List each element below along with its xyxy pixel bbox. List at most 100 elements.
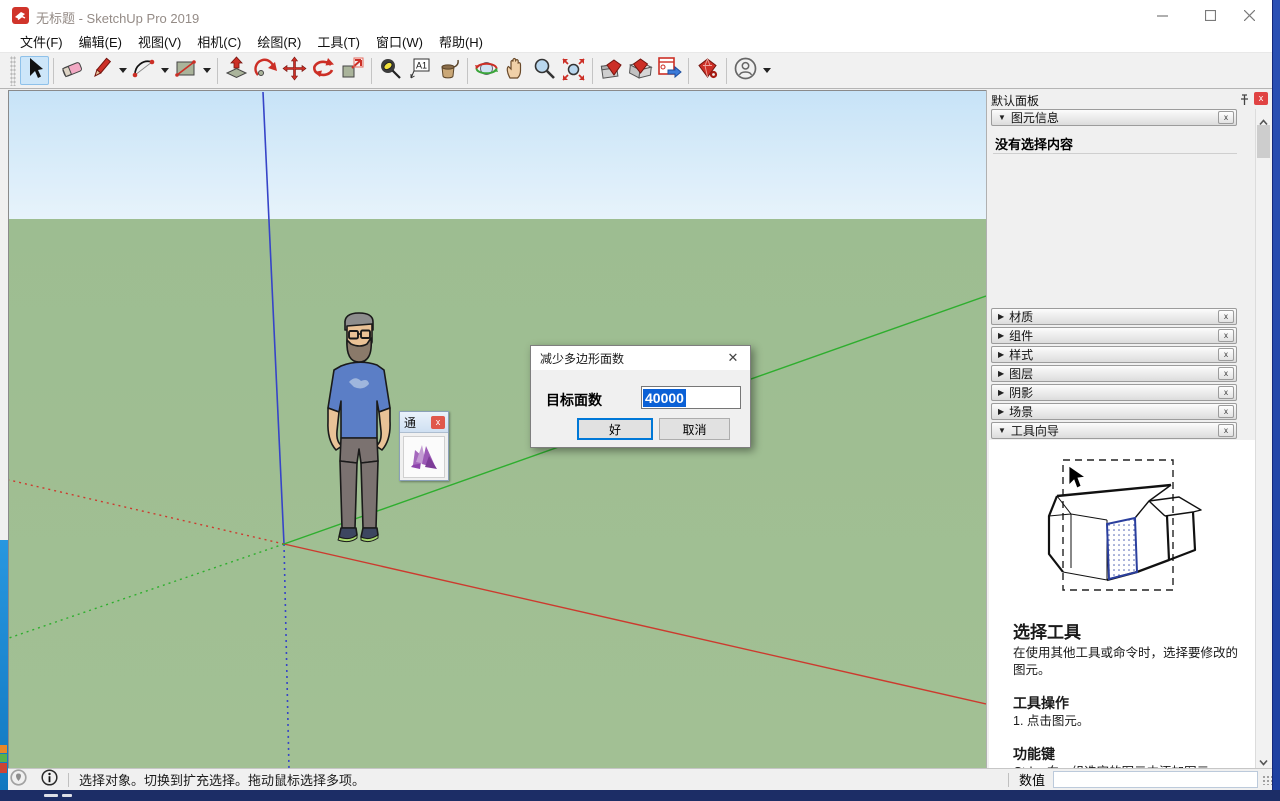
ok-button[interactable]: 好	[577, 418, 653, 440]
tape-measure-tool-button[interactable]	[376, 56, 405, 85]
user-account-dropdown-button[interactable]	[760, 56, 773, 85]
3d-warehouse-tool-button[interactable]	[597, 56, 626, 85]
menu-file[interactable]: 文件(F)	[12, 29, 71, 54]
push-pull-tool-button[interactable]	[222, 56, 251, 85]
rectangle-dropdown-button[interactable]	[200, 56, 213, 85]
menu-window[interactable]: 窗口(W)	[368, 29, 431, 54]
zoom-tool-button[interactable]	[530, 56, 559, 85]
menu-view[interactable]: 视图(V)	[130, 29, 189, 54]
instructor-subheading: 功能键	[1013, 744, 1239, 764]
scroll-up-icon[interactable]	[1259, 113, 1268, 122]
rotate-tool-button[interactable]	[309, 56, 338, 85]
dialog-titlebar[interactable]: 减少多边形面数 ✕	[531, 346, 750, 370]
divider	[993, 153, 1237, 154]
pencil-dropdown-button[interactable]	[116, 56, 129, 85]
scale-tool-button[interactable]	[338, 56, 367, 85]
section-scenes[interactable]: ▶场景x	[991, 403, 1237, 420]
panel-scrollbar[interactable]	[1255, 109, 1270, 768]
section-close-icon[interactable]: x	[1218, 310, 1234, 323]
menu-help[interactable]: 帮助(H)	[431, 29, 491, 54]
pan-icon	[503, 56, 528, 86]
dialog-title: 减少多边形面数	[531, 350, 624, 367]
rotate-icon	[311, 56, 336, 86]
section-close-icon[interactable]: x	[1218, 348, 1234, 361]
menu-camera[interactable]: 相机(C)	[189, 29, 249, 54]
section-entity-info[interactable]: ▼ 图元信息 x	[991, 109, 1237, 126]
section-materials[interactable]: ▶材质x	[991, 308, 1237, 325]
follow-me-tool-button[interactable]	[251, 56, 280, 85]
menu-tools[interactable]: 工具(T)	[309, 29, 368, 54]
rectangle-tool-button[interactable]	[171, 56, 200, 85]
tray-pin-icon[interactable]	[1239, 93, 1250, 111]
user-account-tool-button[interactable]	[731, 56, 760, 85]
scrollbar-thumb[interactable]	[1257, 125, 1270, 158]
sketchup-logo-icon	[12, 7, 29, 24]
eraser-tool-button[interactable]	[58, 56, 87, 85]
chevron-down-icon: ▼	[992, 113, 1011, 122]
polygon-reducer-tool-button[interactable]	[403, 436, 445, 478]
section-styles[interactable]: ▶样式x	[991, 346, 1237, 363]
section-layers[interactable]: ▶图层x	[991, 365, 1237, 382]
resize-grip[interactable]	[1262, 775, 1272, 785]
chevron-down-icon	[763, 68, 771, 73]
section-close-icon[interactable]: x	[1218, 111, 1234, 124]
cancel-button[interactable]: 取消	[659, 418, 730, 440]
section-instructor[interactable]: ▼ 工具向导 x	[991, 422, 1237, 439]
menu-edit[interactable]: 编辑(E)	[71, 29, 130, 54]
minimize-button[interactable]	[1140, 0, 1185, 30]
model-viewport[interactable]	[8, 90, 986, 768]
toolbar-separator	[49, 58, 58, 84]
close-button[interactable]	[1227, 0, 1272, 30]
info-icon[interactable]	[41, 769, 58, 791]
arc-tool-button[interactable]	[129, 56, 158, 85]
mini-toolbar-titlebar[interactable]: 通 x	[400, 412, 448, 433]
section-components[interactable]: ▶组件x	[991, 327, 1237, 344]
target-faces-label: 目标面数	[546, 390, 602, 410]
divider	[1008, 773, 1009, 787]
target-faces-input[interactable]: 40000	[641, 386, 741, 409]
pan-tool-button[interactable]	[501, 56, 530, 85]
toolbar: A1	[0, 53, 1272, 89]
chevron-right-icon: ▶	[992, 312, 1009, 321]
zoom-extents-tool-button[interactable]	[559, 56, 588, 85]
select-icon	[22, 56, 47, 86]
orbit-tool-button[interactable]	[472, 56, 501, 85]
desktop-background	[0, 540, 8, 790]
arc-dropdown-button[interactable]	[158, 56, 171, 85]
text-label-tool-button[interactable]: A1	[405, 56, 434, 85]
share-model-tool-button[interactable]	[626, 56, 655, 85]
section-shadows[interactable]: ▶阴影x	[991, 384, 1237, 401]
paint-bucket-icon	[436, 56, 461, 86]
viewport-sky	[9, 91, 986, 219]
eraser-icon	[60, 56, 85, 86]
3d-warehouse-icon	[599, 56, 624, 86]
geolocation-icon[interactable]	[10, 769, 27, 791]
menu-draw[interactable]: 绘图(R)	[249, 29, 309, 54]
dialog-close-icon[interactable]: ✕	[725, 350, 741, 366]
toolbar-grip[interactable]	[10, 56, 16, 86]
section-close-icon[interactable]: x	[1218, 424, 1234, 437]
section-close-icon[interactable]: x	[1218, 367, 1234, 380]
section-close-icon[interactable]: x	[1218, 386, 1234, 399]
measurements-input[interactable]	[1053, 771, 1258, 788]
tape-measure-icon	[378, 56, 403, 86]
section-close-icon[interactable]: x	[1218, 329, 1234, 342]
reduce-polygons-dialog: 减少多边形面数 ✕ 目标面数 40000 好 取消	[530, 345, 751, 448]
extension-manager-tool-button[interactable]	[693, 56, 722, 85]
paint-bucket-tool-button[interactable]	[434, 56, 463, 85]
divider	[68, 773, 69, 787]
extension-warehouse-tool-button[interactable]	[655, 56, 684, 85]
section-close-icon[interactable]: x	[1218, 405, 1234, 418]
arc-icon	[131, 56, 156, 86]
scale-figure-person[interactable]	[311, 309, 407, 551]
mini-toolbar-close-icon[interactable]: x	[431, 416, 445, 429]
scroll-down-icon[interactable]	[1259, 753, 1268, 762]
move-icon	[282, 56, 307, 86]
default-tray-panel: 默认面板 x ▼ 图元信息 x 没有选择内容 ▶材质x▶组件x▶样式x▶图层x▶…	[986, 90, 1270, 768]
select-tool-button[interactable]	[20, 56, 49, 85]
tray-close-icon[interactable]: x	[1254, 92, 1268, 105]
move-tool-button[interactable]	[280, 56, 309, 85]
pencil-tool-button[interactable]	[87, 56, 116, 85]
plugin-mini-toolbar: 通 x	[399, 411, 449, 481]
window-edge	[0, 90, 8, 540]
